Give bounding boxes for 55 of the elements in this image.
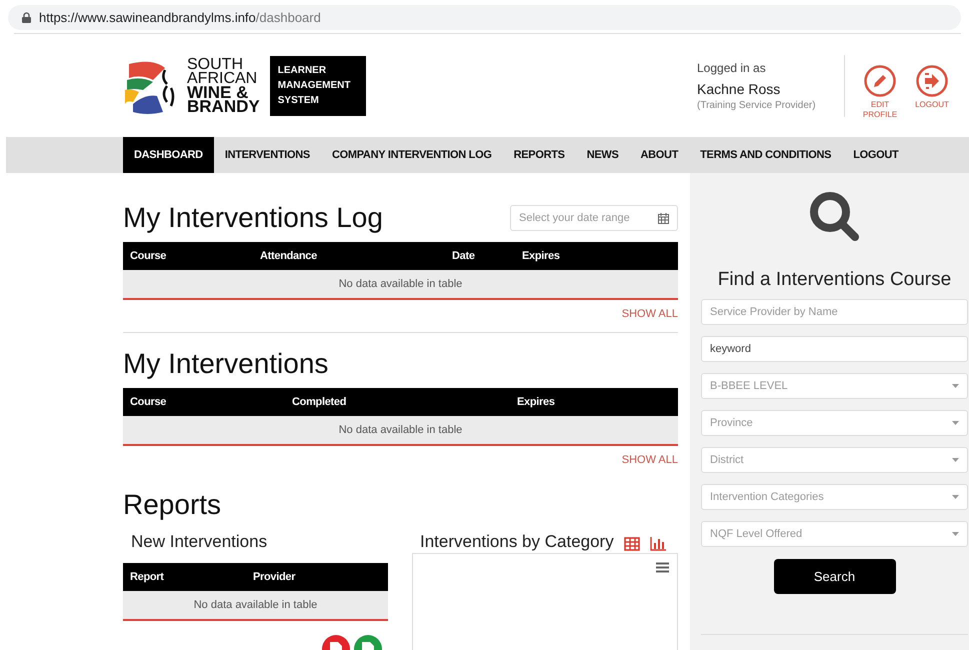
menu-icon[interactable] (656, 562, 669, 573)
user-name: Kachne Ross (697, 80, 782, 96)
column-header: Course (130, 396, 168, 408)
nav-item[interactable]: NEWS (576, 137, 630, 173)
column-header: Completed (292, 396, 348, 408)
bar-chart-icon[interactable] (650, 537, 666, 551)
column-header: Course (130, 250, 168, 262)
nav-item[interactable]: TERMS AND CONDITIONS (689, 137, 842, 173)
system-badge: LEARNER MANAGEMENT SYSTEM (270, 56, 366, 116)
nav-item[interactable]: INTERVENTIONS (214, 137, 321, 173)
lock-icon (22, 12, 31, 23)
logo-text: BRANDY (187, 100, 260, 114)
column-header: Date (452, 250, 476, 262)
logout-icon (916, 65, 948, 97)
edit-profile-button[interactable]: EDIT PROFILE (859, 65, 901, 120)
nav-item[interactable]: DASHBOARD (123, 137, 214, 173)
empty-message: No data available in table (338, 278, 462, 290)
text-field[interactable]: keyword (701, 336, 968, 362)
report-title: New Interventions (131, 532, 268, 553)
table-icon[interactable] (624, 537, 640, 551)
section-title: My Interventions (123, 348, 328, 380)
caret-icon (952, 458, 959, 462)
column-header: Attendance (260, 250, 318, 262)
text-field[interactable]: Service Provider by Name (701, 299, 968, 325)
column-header: Report (130, 571, 165, 583)
logo-text: WINE & (187, 86, 248, 100)
show-all-link[interactable]: SHOW ALL (622, 454, 678, 466)
column-header: Expires (517, 396, 556, 408)
logo-text: AFRICAN (187, 72, 258, 86)
show-all-link[interactable]: SHOW ALL (622, 308, 678, 320)
section-title: My Interventions Log (123, 202, 383, 234)
nav-item[interactable]: REPORTS (502, 137, 576, 173)
section-title: Reports (123, 489, 222, 521)
finder-title: Find a Interventions Course (718, 269, 952, 291)
nav-item[interactable]: LOGOUT (842, 137, 910, 173)
address-bar[interactable]: https://www.sawineandbrandylms.info/dashboard (8, 5, 961, 30)
logo-text: SOUTH (187, 58, 243, 72)
column-header: Provider (253, 571, 296, 583)
caret-icon (952, 532, 959, 536)
search-button[interactable]: Search (774, 559, 896, 594)
user-role: (Training Service Provider) (697, 100, 817, 110)
nav-item[interactable]: ABOUT (630, 137, 690, 173)
caret-icon (952, 495, 959, 499)
caret-icon (952, 421, 959, 425)
login-caption: Logged in as (697, 60, 767, 74)
caret-icon (952, 384, 959, 388)
empty-message: No data available in table (194, 599, 318, 611)
calendar-icon (658, 212, 669, 224)
column-header: Expires (522, 250, 561, 262)
logout-button[interactable]: LOGOUT (911, 65, 953, 120)
empty-message: No data available in table (338, 424, 462, 436)
nav-item[interactable]: COMPANY INTERVENTION LOG (320, 137, 503, 173)
report-title: Interventions by Category (420, 532, 614, 553)
url-text: https://www.sawineandbrandylms.info/dashboard (39, 10, 321, 25)
pencil-icon (864, 65, 896, 97)
